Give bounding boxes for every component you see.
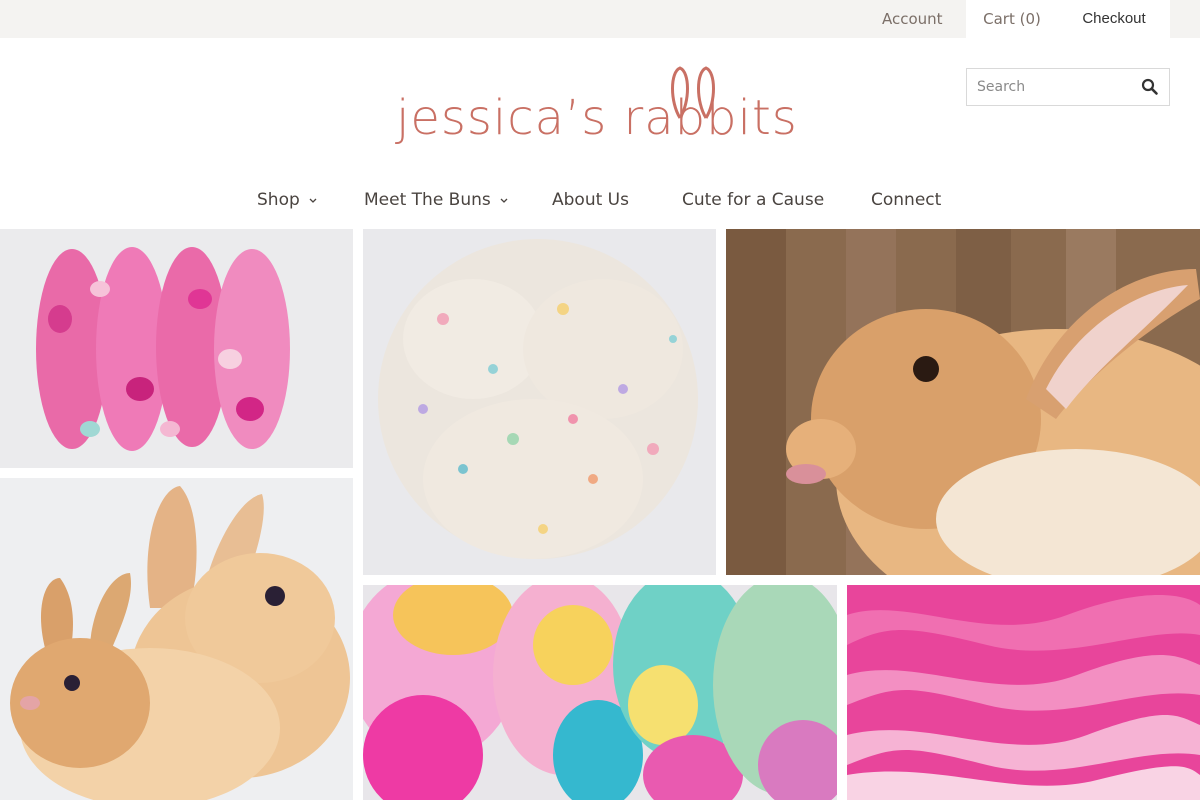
tile-baby-bunnies[interactable] (0, 478, 353, 800)
pink-yarn-image (0, 229, 353, 468)
site-logo[interactable]: jessica’s rabbits (396, 62, 806, 160)
tile-rainbow-fiber[interactable] (363, 585, 837, 800)
pink-knit-yarn-image (847, 585, 1200, 800)
nav-item-label: Shop (257, 190, 300, 210)
tile-orange-rabbit-tongue[interactable] (726, 229, 1200, 575)
nav-item-label: Meet The Buns (364, 190, 491, 210)
top-utility-bar: Account Cart (0) Checkout (0, 0, 1200, 38)
tile-pink-knit-yarn[interactable] (847, 585, 1200, 800)
nav-item-meet-the-buns[interactable]: Meet The Buns (364, 184, 509, 218)
search-input[interactable] (977, 69, 1137, 105)
nav-item-shop[interactable]: Shop (257, 184, 318, 218)
orange-rabbit-image (726, 229, 1200, 575)
main-navigation: Shop Meet The Buns About Us Cute for a C… (0, 184, 1200, 218)
tile-pink-yarn-skeins[interactable] (0, 229, 353, 468)
tile-multicolor-yarn[interactable] (363, 229, 716, 575)
search-box (966, 68, 1170, 106)
baby-bunnies-image (0, 478, 353, 800)
chevron-down-icon (309, 198, 317, 203)
nav-item-about-us[interactable]: About Us (552, 184, 629, 218)
nav-item-connect[interactable]: Connect (871, 184, 941, 218)
nav-item-cute-for-a-cause[interactable]: Cute for a Cause (682, 184, 824, 218)
logo-text: jessica’s rabbits (396, 90, 798, 146)
rainbow-fiber-image (363, 585, 837, 800)
checkout-link[interactable]: Checkout (1058, 0, 1170, 38)
multicolor-yarn-image (363, 229, 716, 575)
cart-link[interactable]: Cart (0) (966, 0, 1058, 38)
account-link[interactable]: Account (882, 0, 943, 38)
search-icon[interactable] (1141, 78, 1159, 96)
chevron-down-icon (500, 198, 508, 203)
